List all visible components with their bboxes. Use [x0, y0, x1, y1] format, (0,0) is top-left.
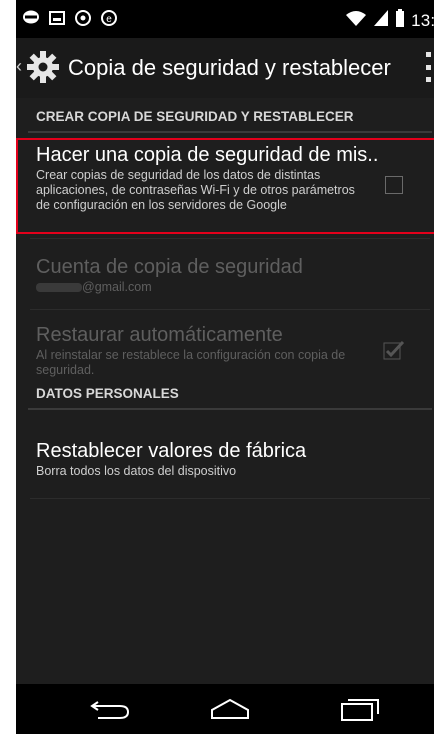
status-bar: e 13:5: [16, 0, 434, 38]
messenger-icon: [22, 9, 40, 27]
blurred-email-user: [36, 283, 82, 292]
highlight-box: [16, 138, 434, 234]
item-divider: [30, 309, 430, 310]
home-icon[interactable]: [208, 694, 252, 724]
wifi-icon: [345, 9, 367, 32]
item-divider: [30, 498, 430, 499]
auto-restore-checkbox: [383, 340, 405, 360]
section-header-personal-data: DATOS PERSONALES: [36, 386, 179, 401]
mail-icon: e: [100, 9, 118, 27]
signal-icon: [373, 9, 389, 32]
section-divider: [28, 131, 432, 133]
image-icon: [48, 9, 66, 27]
item-divider: [30, 238, 430, 239]
status-clock: 13:5: [411, 10, 434, 30]
battery-icon: [395, 9, 405, 32]
backup-account-email: @gmail.com: [82, 280, 152, 294]
factory-reset-title: Restablecer valores de fábrica: [36, 440, 307, 462]
back-icon[interactable]: [88, 694, 132, 724]
factory-reset-summary: Borra todos los datos del dispositivo: [36, 464, 237, 478]
gear-icon[interactable]: [26, 50, 60, 84]
backup-account-title: Cuenta de copia de seguridad: [36, 256, 303, 278]
navigation-bar: [16, 684, 434, 734]
backup-account-summary: @gmail.com: [36, 280, 152, 295]
overflow-menu-icon[interactable]: [421, 52, 434, 82]
page-title: Copia de seguridad y restablecer: [68, 55, 391, 80]
auto-restore-title: Restaurar automáticamente: [36, 324, 283, 346]
recent-apps-icon[interactable]: [338, 694, 382, 724]
auto-restore-summary: Al reinstalar se restablece la configura…: [36, 348, 346, 377]
back-caret-icon[interactable]: ‹: [16, 57, 22, 75]
section-divider: [28, 408, 432, 410]
phone-screen: e 13:5 ‹: [16, 0, 434, 734]
sync-icon: [74, 9, 92, 27]
section-header-backup: CREAR COPIA DE SEGURIDAD Y RESTABLECER: [36, 109, 354, 124]
action-bar: ‹ Copia de seguridad y restablecer: [16, 38, 434, 99]
svg-text:e: e: [106, 14, 112, 25]
